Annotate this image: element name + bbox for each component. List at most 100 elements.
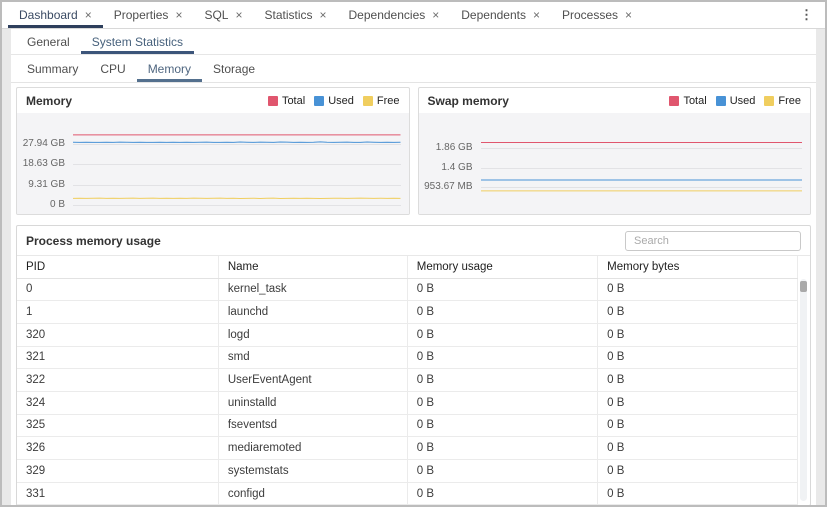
tab-label: SQL bbox=[204, 8, 228, 22]
close-icon[interactable]: × bbox=[432, 9, 439, 21]
tab-dependents[interactable]: Dependents × bbox=[450, 2, 551, 28]
system-statistics-tabs: Summary CPU Memory Storage bbox=[11, 55, 816, 83]
legend-item-free: Free bbox=[764, 95, 801, 107]
cell-memory-bytes: 0 B bbox=[598, 460, 798, 483]
process-panel-title: Process memory usage bbox=[26, 234, 161, 248]
dashboard-section-tabs: General System Statistics bbox=[11, 29, 816, 55]
table-row[interactable]: 331configd0 B0 B bbox=[17, 482, 798, 505]
legend-item-used: Used bbox=[314, 95, 354, 107]
search-input[interactable] bbox=[625, 231, 801, 251]
line-series-used bbox=[73, 142, 401, 143]
cell-pid: 320 bbox=[17, 323, 218, 346]
cell-name: logd bbox=[218, 323, 407, 346]
tab-label: Properties bbox=[114, 8, 169, 22]
cell-memory-usage: 0 B bbox=[407, 369, 597, 392]
table-row[interactable]: 324uninstalld0 B0 B bbox=[17, 391, 798, 414]
cell-memory-usage: 0 B bbox=[407, 323, 597, 346]
tab-label: Dependents bbox=[461, 8, 526, 22]
tab-properties[interactable]: Properties × bbox=[103, 2, 194, 28]
table-scrollbar-track[interactable] bbox=[800, 279, 807, 501]
table-row[interactable]: 326mediaremoted0 B0 B bbox=[17, 437, 798, 460]
cell-memory-usage: 0 B bbox=[407, 391, 597, 414]
close-icon[interactable]: × bbox=[533, 9, 540, 21]
cell-memory-bytes: 0 B bbox=[598, 482, 798, 505]
chart-lines bbox=[73, 125, 401, 205]
stat-tab-storage[interactable]: Storage bbox=[202, 55, 266, 82]
legend-swatch-free bbox=[363, 96, 373, 106]
column-header-memory-usage[interactable]: Memory usage bbox=[407, 256, 597, 278]
cell-memory-usage: 0 B bbox=[407, 414, 597, 437]
close-icon[interactable]: × bbox=[175, 9, 182, 21]
chart-legend: TotalUsedFree bbox=[268, 95, 400, 107]
tab-general[interactable]: General bbox=[16, 29, 81, 54]
chart-legend: Total Used Free bbox=[669, 95, 801, 107]
table-scrollbar-thumb[interactable] bbox=[800, 281, 807, 292]
legend-label: Total bbox=[282, 95, 305, 107]
cell-name: systemstats bbox=[218, 460, 407, 483]
tab-label: Statistics bbox=[264, 8, 312, 22]
cell-memory-bytes: 0 B bbox=[598, 391, 798, 414]
cell-name: UserEventAgent bbox=[218, 369, 407, 392]
table-row[interactable]: 325fseventsd0 B0 B bbox=[17, 414, 798, 437]
table-row[interactable]: 322UserEventAgent0 B0 B bbox=[17, 369, 798, 392]
chart-header: Swap memoryTotalUsedFree bbox=[419, 88, 811, 113]
cell-memory-usage: 0 B bbox=[407, 460, 597, 483]
kebab-menu-icon[interactable]: ⋮ bbox=[788, 2, 825, 28]
process-table-head: PIDNameMemory usageMemory bytes bbox=[17, 256, 798, 278]
charts-row: MemoryTotalUsedFree27.94 GB18.63 GB9.31 … bbox=[11, 83, 816, 223]
cell-memory-bytes: 0 B bbox=[598, 437, 798, 460]
column-header-name[interactable]: Name bbox=[218, 256, 407, 278]
table-row[interactable]: 0kernel_task0 B0 B bbox=[17, 278, 798, 301]
column-header-pid[interactable]: PID bbox=[17, 256, 218, 278]
close-icon[interactable]: × bbox=[625, 9, 632, 21]
cell-pid: 326 bbox=[17, 437, 218, 460]
process-memory-usage-panel: Process memory usage PIDNameMemory usage… bbox=[16, 225, 811, 505]
tab-processes[interactable]: Processes× bbox=[551, 2, 643, 28]
cell-memory-usage: 0 B bbox=[407, 346, 597, 369]
tab-system-statistics[interactable]: System Statistics bbox=[81, 29, 194, 54]
gridline bbox=[73, 205, 401, 206]
cell-name: uninstalld bbox=[218, 391, 407, 414]
cell-memory-usage: 0 B bbox=[407, 301, 597, 324]
tab-statistics[interactable]: Statistics × bbox=[253, 2, 337, 28]
legend-label: Total bbox=[683, 95, 706, 107]
table-row[interactable]: 321smd0 B0 B bbox=[17, 346, 798, 369]
legend-label: Used bbox=[730, 95, 756, 107]
chart-title: Memory bbox=[26, 94, 72, 108]
cell-pid: 1 bbox=[17, 301, 218, 324]
tab-label: Memory bbox=[148, 62, 191, 76]
tab-label: General bbox=[27, 35, 70, 49]
document-tab-bar: Dashboard×Properties×SQL×Statistics×Depe… bbox=[2, 2, 825, 29]
cell-memory-usage: 0 B bbox=[407, 482, 597, 505]
stat-tab-cpu[interactable]: CPU bbox=[89, 55, 136, 82]
cell-memory-bytes: 0 B bbox=[598, 369, 798, 392]
cell-memory-bytes: 0 B bbox=[598, 346, 798, 369]
tab-label: Summary bbox=[27, 62, 78, 76]
legend-swatch-total bbox=[268, 96, 278, 106]
legend-item-total: Total bbox=[669, 95, 706, 107]
legend-swatch-free bbox=[764, 96, 774, 106]
cell-memory-usage: 0 B bbox=[407, 437, 597, 460]
y-axis-label: 1.4 GB bbox=[419, 162, 473, 173]
tab-dependencies[interactable]: Dependencies× bbox=[338, 2, 451, 28]
close-icon[interactable]: × bbox=[235, 9, 242, 21]
tab-label: CPU bbox=[100, 62, 125, 76]
tab-dashboard[interactable]: Dashboard× bbox=[8, 2, 103, 28]
column-header-memory-bytes[interactable]: Memory bytes bbox=[598, 256, 798, 278]
table-row[interactable]: 1launchd0 B0 B bbox=[17, 301, 798, 324]
close-icon[interactable]: × bbox=[85, 9, 92, 21]
table-row[interactable]: 329systemstats0 B0 B bbox=[17, 460, 798, 483]
cell-memory-bytes: 0 B bbox=[598, 323, 798, 346]
cell-pid: 324 bbox=[17, 391, 218, 414]
chart-panel-memory: MemoryTotalUsedFree27.94 GB18.63 GB9.31 … bbox=[16, 87, 410, 215]
legend-swatch-used bbox=[716, 96, 726, 106]
close-icon[interactable]: × bbox=[320, 9, 327, 21]
cell-name: kernel_task bbox=[218, 278, 407, 301]
process-table: PIDNameMemory usageMemory bytes 0kernel_… bbox=[17, 256, 798, 505]
stat-tab-memory[interactable]: Memory bbox=[137, 55, 202, 82]
tab-sql[interactable]: SQL × bbox=[193, 2, 253, 28]
table-row[interactable]: 320logd0 B0 B bbox=[17, 323, 798, 346]
legend-item-used: Used bbox=[716, 95, 756, 107]
legend-swatch-used bbox=[314, 96, 324, 106]
stat-tab-summary[interactable]: Summary bbox=[16, 55, 89, 82]
